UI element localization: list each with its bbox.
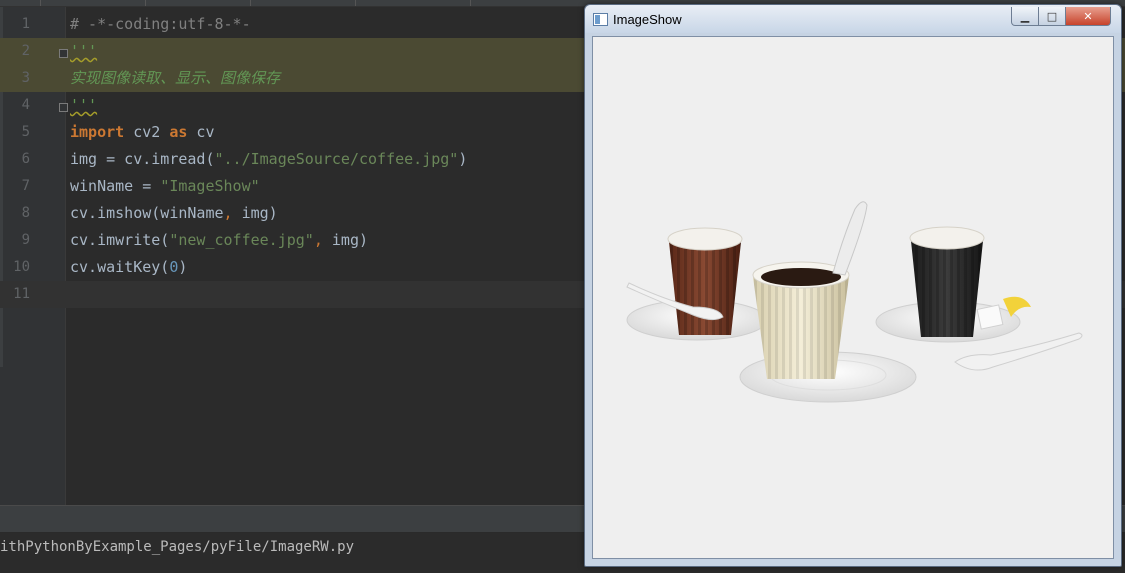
code-text: 实现图像读取、显示、图像保存	[70, 65, 280, 92]
brown-cup-ribs	[669, 242, 741, 335]
code-text: cv.waitKey(0)	[70, 254, 187, 281]
code-token: winName =	[70, 177, 161, 195]
coffee-cups-image	[626, 201, 1083, 403]
line-number: 7	[21, 178, 30, 194]
code-token: img)	[232, 204, 278, 222]
fold-marker-icon[interactable]	[59, 49, 68, 58]
code-text: winName = "ImageShow"	[70, 173, 260, 200]
line-number: 8	[21, 205, 30, 221]
close-icon: ✕	[1083, 9, 1093, 23]
code-token: cv.imwrite(	[70, 231, 170, 249]
code-text: import cv2 as cv	[70, 119, 215, 146]
code-token: )	[458, 150, 468, 168]
line-number: 10	[13, 259, 30, 275]
line-number: 5	[21, 124, 30, 140]
code-token: 实现图像读取、显示、图像保存	[70, 69, 281, 87]
code-token: '''	[70, 42, 98, 60]
file-path-label: ithPythonByExample_Pages/pyFile/ImageRW.…	[0, 539, 355, 555]
code-token: "new_coffee.jpg"	[169, 231, 314, 249]
tab-separator	[470, 0, 471, 6]
code-token: as	[169, 123, 188, 141]
code-token: # -*-coding:utf-8-*-	[70, 15, 251, 33]
window-app-icon	[593, 13, 608, 26]
code-token: img = cv.imread(	[70, 150, 215, 168]
code-token: )	[178, 258, 188, 276]
fold-marker-icon[interactable]	[59, 103, 68, 112]
sugar-cube	[976, 304, 1004, 330]
minimize-button[interactable]: ▁	[1011, 7, 1039, 26]
code-token: ,	[313, 231, 323, 249]
line-number: 11	[13, 286, 30, 302]
maximize-icon: □	[1046, 9, 1058, 23]
tab-separator	[40, 0, 41, 6]
window-title-bar[interactable]: ImageShow ▁ □ ✕	[585, 5, 1121, 33]
window-title: ImageShow	[613, 12, 682, 27]
code-text: cv.imshow(winName, img)	[70, 200, 278, 227]
brown-cup-rim	[667, 227, 743, 251]
image-display-area	[592, 36, 1114, 559]
code-token: img)	[322, 231, 369, 249]
code-text: cv.imwrite("new_coffee.jpg", img)	[70, 227, 368, 254]
line-number: 6	[21, 151, 30, 167]
coffee-liquid	[761, 268, 841, 286]
code-token: cv	[187, 123, 215, 141]
code-token: "ImageShow"	[160, 177, 260, 195]
line-number: 4	[21, 97, 30, 113]
line-number: 3	[21, 70, 30, 86]
code-token: "../ImageSource/coffee.jpg"	[214, 150, 459, 168]
minimize-icon: ▁	[1020, 9, 1030, 23]
cream-cup-ribs	[753, 277, 849, 379]
code-token: cv2	[124, 123, 170, 141]
tab-separator	[250, 0, 251, 6]
line-number: 9	[21, 232, 30, 248]
tab-separator	[355, 0, 356, 6]
code-token: '''	[70, 96, 98, 114]
code-text: '''	[70, 92, 97, 119]
black-cup-ribs	[911, 241, 983, 337]
code-text: # -*-coding:utf-8-*-	[70, 11, 251, 38]
code-token: import	[70, 123, 125, 141]
code-text: '''	[70, 38, 97, 65]
code-text: img = cv.imread("../ImageSource/coffee.j…	[70, 146, 467, 173]
close-button[interactable]: ✕	[1065, 7, 1111, 26]
maximize-button[interactable]: □	[1038, 7, 1066, 26]
code-token: ,	[223, 204, 233, 222]
line-number: 1	[21, 16, 30, 32]
black-cup-rim	[909, 226, 985, 250]
tab-separator	[145, 0, 146, 6]
spoon-center	[832, 201, 868, 276]
code-token: cv.imshow(winName	[70, 204, 224, 222]
line-number: 2	[21, 43, 30, 59]
code-token: cv.waitKey(	[70, 258, 170, 276]
imageshow-window[interactable]: ImageShow ▁ □ ✕	[584, 4, 1122, 567]
